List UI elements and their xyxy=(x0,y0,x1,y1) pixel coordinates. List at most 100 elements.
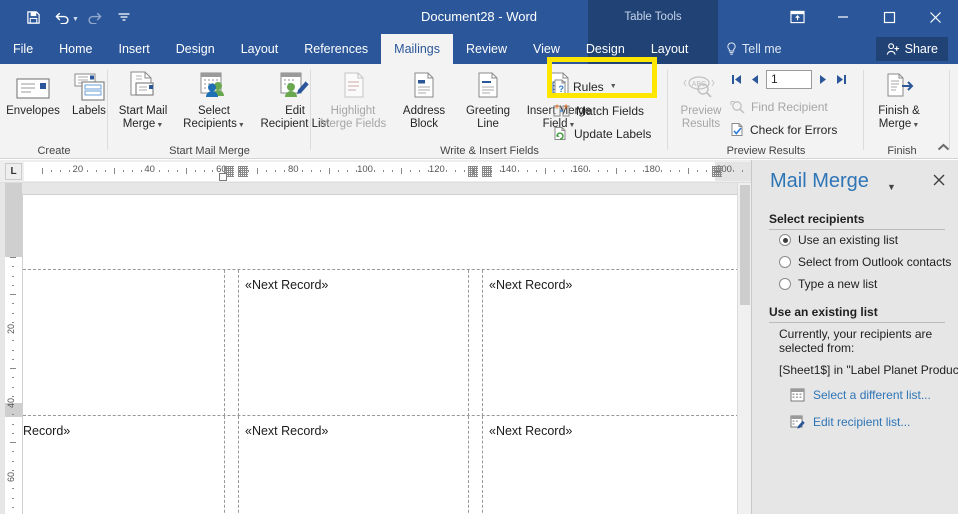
vertical-ruler[interactable]: 20 40 60 xyxy=(5,183,22,514)
match-fields-button[interactable]: Match Fields xyxy=(553,100,644,121)
customize-qat-icon[interactable] xyxy=(109,6,139,28)
tab-view[interactable]: View xyxy=(520,34,573,64)
ruler-tick xyxy=(391,170,393,172)
ruler-number: 160 xyxy=(572,164,589,175)
ruler-tick xyxy=(338,170,340,172)
label-gutter-cell[interactable] xyxy=(469,416,483,514)
rules-dropdown-caret[interactable]: ▼ xyxy=(610,83,617,90)
finish-and-merge-button[interactable]: Finish & Merge▼ xyxy=(868,68,930,140)
ruler-tick xyxy=(41,168,43,174)
vertical-ruler-tick xyxy=(12,321,14,323)
address-block-button[interactable]: Address Block xyxy=(393,68,455,140)
close-icon[interactable] xyxy=(933,174,945,186)
ruler-tick xyxy=(113,168,115,174)
start-mail-merge-button[interactable]: Start Mail Merge▼ xyxy=(112,68,174,140)
radio-type-new-list[interactable]: Type a new list xyxy=(779,277,877,291)
edit-recipient-list-link[interactable]: Edit recipient list... xyxy=(790,415,910,429)
document-vertical-scrollbar[interactable] xyxy=(737,183,751,514)
select-recipients-line1: Select xyxy=(198,105,230,117)
update-labels-button[interactable]: Update Labels xyxy=(553,123,651,144)
tab-stop-selector[interactable]: L xyxy=(5,163,22,180)
radio-use-existing-list[interactable]: Use an existing list xyxy=(779,233,898,247)
labels-table[interactable]: «Next Record» «Next Record» Record» «Nex… xyxy=(23,269,739,514)
vertical-ruler-tick xyxy=(12,275,14,277)
close-icon[interactable] xyxy=(912,0,958,34)
ruler-number: 100 xyxy=(357,164,373,175)
vertical-ruler-tick xyxy=(10,257,16,258)
select-different-list-label: Select a different list... xyxy=(813,388,931,402)
vertical-ruler-tick xyxy=(12,312,14,314)
select-different-list-link[interactable]: Select a different list... xyxy=(790,388,931,402)
update-labels-icon xyxy=(553,126,569,141)
tab-references[interactable]: References xyxy=(291,34,381,64)
column-marker[interactable] xyxy=(468,166,478,177)
label-gutter-cell[interactable] xyxy=(469,270,483,416)
ruler-tick xyxy=(526,170,528,172)
title-bar: Document28 - Word ▼ Table Tools xyxy=(0,0,958,34)
column-marker[interactable] xyxy=(712,166,722,177)
greeting-line-button[interactable]: Greeting Line xyxy=(457,68,519,140)
select-recipients-button[interactable]: Select Recipients▼ xyxy=(176,68,252,140)
indent-marker[interactable] xyxy=(219,173,227,181)
previous-record-icon[interactable] xyxy=(749,73,760,86)
undo-dropdown-caret[interactable]: ▼ xyxy=(72,16,79,23)
tab-home[interactable]: Home xyxy=(46,34,105,64)
table-row[interactable]: «Next Record» «Next Record» xyxy=(23,269,739,416)
column-marker[interactable] xyxy=(238,166,248,177)
record-number-input[interactable]: 1 xyxy=(766,70,812,89)
tab-design[interactable]: Design xyxy=(163,34,228,64)
redo-icon[interactable] xyxy=(79,6,109,28)
label-cell[interactable]: «Next Record» xyxy=(483,416,739,514)
ruler-tick xyxy=(409,170,411,172)
horizontal-ruler[interactable]: 20 40 60 80 100 120 140 160 180 200 xyxy=(24,162,752,181)
scrollbar-thumb[interactable] xyxy=(740,185,750,305)
preview-results-button[interactable]: ABC Preview Results xyxy=(672,68,730,140)
collapse-ribbon-icon[interactable] xyxy=(937,143,950,152)
envelopes-button[interactable]: Envelopes xyxy=(2,68,64,140)
group-label-preview-results: Preview Results xyxy=(726,145,806,157)
label-cell[interactable]: «Next Record» xyxy=(239,416,469,514)
next-record-icon[interactable] xyxy=(818,73,829,86)
chevron-down-icon[interactable]: ▼ xyxy=(887,182,896,192)
tab-table-layout[interactable]: Layout xyxy=(638,34,702,64)
minimize-icon[interactable] xyxy=(820,0,866,34)
label-gutter-cell[interactable] xyxy=(225,270,239,416)
label-cell[interactable]: «Next Record» xyxy=(239,270,469,416)
address-block-line2: Block xyxy=(409,117,439,130)
tab-review[interactable]: Review xyxy=(453,34,520,64)
update-labels-label: Update Labels xyxy=(574,126,652,141)
ruler-tick xyxy=(284,170,286,172)
column-marker[interactable] xyxy=(482,166,492,177)
label-cell[interactable] xyxy=(23,270,225,416)
save-icon[interactable] xyxy=(18,6,48,28)
first-record-icon[interactable] xyxy=(730,73,743,86)
tab-table-design[interactable]: Design xyxy=(573,34,638,64)
maximize-icon[interactable] xyxy=(866,0,912,34)
table-row[interactable]: Record» «Next Record» «Next Record» xyxy=(23,415,739,514)
document-canvas[interactable]: «Next Record» «Next Record» Record» «Nex… xyxy=(0,183,751,514)
tab-insert[interactable]: Insert xyxy=(106,34,163,64)
label-gutter-cell[interactable] xyxy=(225,416,239,514)
document-page[interactable]: «Next Record» «Next Record» Record» «Nex… xyxy=(22,194,751,514)
vertical-ruler-tick xyxy=(12,377,14,379)
share-label: Share xyxy=(904,42,938,56)
tab-file[interactable]: File xyxy=(0,34,46,64)
check-for-errors-button[interactable]: Check for Errors xyxy=(730,119,837,140)
tell-me-box[interactable]: Tell me xyxy=(726,34,782,64)
ruler-tick xyxy=(634,170,636,172)
highlight-merge-fields-button[interactable]: Highlight Merge Fields xyxy=(315,68,391,140)
find-recipient-button[interactable]: Find Recipient xyxy=(730,96,828,117)
address-block-line1: Address xyxy=(402,105,446,117)
label-cell-text: «Next Record» xyxy=(489,424,573,438)
label-cell[interactable]: Record» xyxy=(23,416,225,514)
rules-button[interactable]: ? Rules ▼ xyxy=(553,76,617,97)
vertical-ruler-tick xyxy=(12,423,14,425)
ribbon-options-icon[interactable] xyxy=(774,0,820,34)
label-cell[interactable]: «Next Record» xyxy=(483,270,739,416)
tab-layout[interactable]: Layout xyxy=(228,34,292,64)
share-button[interactable]: Share xyxy=(875,37,948,61)
tab-mailings[interactable]: Mailings xyxy=(381,34,454,64)
highlight-merge-fields-line1: Highlight xyxy=(330,105,376,117)
radio-select-from-outlook[interactable]: Select from Outlook contacts xyxy=(779,255,951,269)
last-record-icon[interactable] xyxy=(835,73,848,86)
